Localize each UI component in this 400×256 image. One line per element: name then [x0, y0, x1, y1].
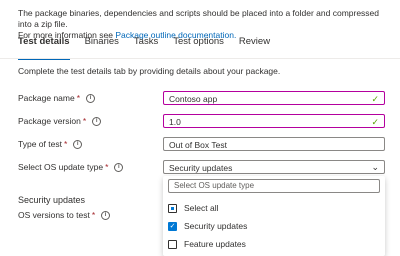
option-feature-updates[interactable]: Feature updates	[168, 239, 246, 249]
option-label: Feature updates	[184, 239, 246, 249]
option-select-all[interactable]: Select all	[168, 203, 219, 213]
package-name-field[interactable]: Contoso app ✓	[163, 91, 385, 105]
package-version-field[interactable]: 1.0 ✓	[163, 114, 385, 128]
checkmark-icon: ✓	[371, 117, 379, 127]
info-icon[interactable]: i	[86, 93, 96, 103]
required-marker: *	[91, 210, 96, 220]
checkmark-icon: ✓	[371, 94, 379, 104]
os-versions-label-text: OS versions to test	[18, 210, 90, 220]
package-name-label: Package name * i	[18, 93, 96, 103]
required-marker: *	[63, 139, 68, 149]
tab-bar: Test details Binaries Tasks Test options…	[18, 36, 285, 60]
required-marker: *	[76, 93, 81, 103]
os-update-type-label: Select OS update type * i	[18, 162, 124, 172]
tab-tasks[interactable]: Tasks	[134, 36, 158, 54]
tab-binaries[interactable]: Binaries	[85, 36, 119, 54]
chevron-down-icon: ⌄	[371, 162, 379, 172]
tab-test-details[interactable]: Test details	[18, 36, 70, 60]
package-version-label-text: Package version	[18, 116, 81, 126]
dropdown-search-input[interactable]: Select OS update type	[168, 179, 380, 193]
info-icon[interactable]: i	[114, 162, 124, 172]
option-label: Select all	[184, 203, 219, 213]
os-update-type-label-text: Select OS update type	[18, 162, 104, 172]
checkbox-partial-icon[interactable]	[168, 203, 177, 213]
required-marker: *	[105, 162, 109, 172]
tab-description: Complete the test details tab by providi…	[18, 66, 281, 76]
tab-divider	[0, 58, 400, 59]
option-label: Security updates	[184, 221, 248, 231]
package-name-value: Contoso app	[169, 94, 218, 104]
test-type-label-text: Type of test	[18, 139, 62, 149]
os-versions-label: OS versions to test * i	[18, 210, 111, 220]
section-title: Security updates	[18, 195, 86, 205]
tab-test-options[interactable]: Test options	[173, 36, 224, 54]
tab-review[interactable]: Review	[239, 36, 270, 54]
info-icon[interactable]: i	[73, 139, 83, 149]
test-type-field[interactable]: Out of Box Test	[163, 137, 385, 151]
info-icon[interactable]: i	[101, 210, 111, 220]
package-version-value: 1.0	[169, 117, 181, 127]
checkbox-checked-icon[interactable]: ✓	[168, 221, 177, 231]
os-update-type-select[interactable]: Security updates ⌄	[163, 160, 385, 174]
option-security-updates[interactable]: ✓ Security updates	[168, 221, 247, 231]
os-update-type-value: Security updates	[169, 163, 233, 173]
package-version-label: Package version * i	[18, 116, 102, 126]
info-icon[interactable]: i	[92, 116, 102, 126]
test-type-value: Out of Box Test	[169, 140, 227, 150]
intro-line-1: The package binaries, dependencies and s…	[18, 8, 380, 29]
required-marker: *	[82, 116, 87, 126]
test-type-label: Type of test * i	[18, 139, 83, 149]
os-update-type-dropdown: Select OS update type Select all ✓ Secur…	[163, 176, 385, 256]
checkbox-unchecked-icon[interactable]	[168, 239, 177, 249]
package-name-label-text: Package name	[18, 93, 75, 103]
